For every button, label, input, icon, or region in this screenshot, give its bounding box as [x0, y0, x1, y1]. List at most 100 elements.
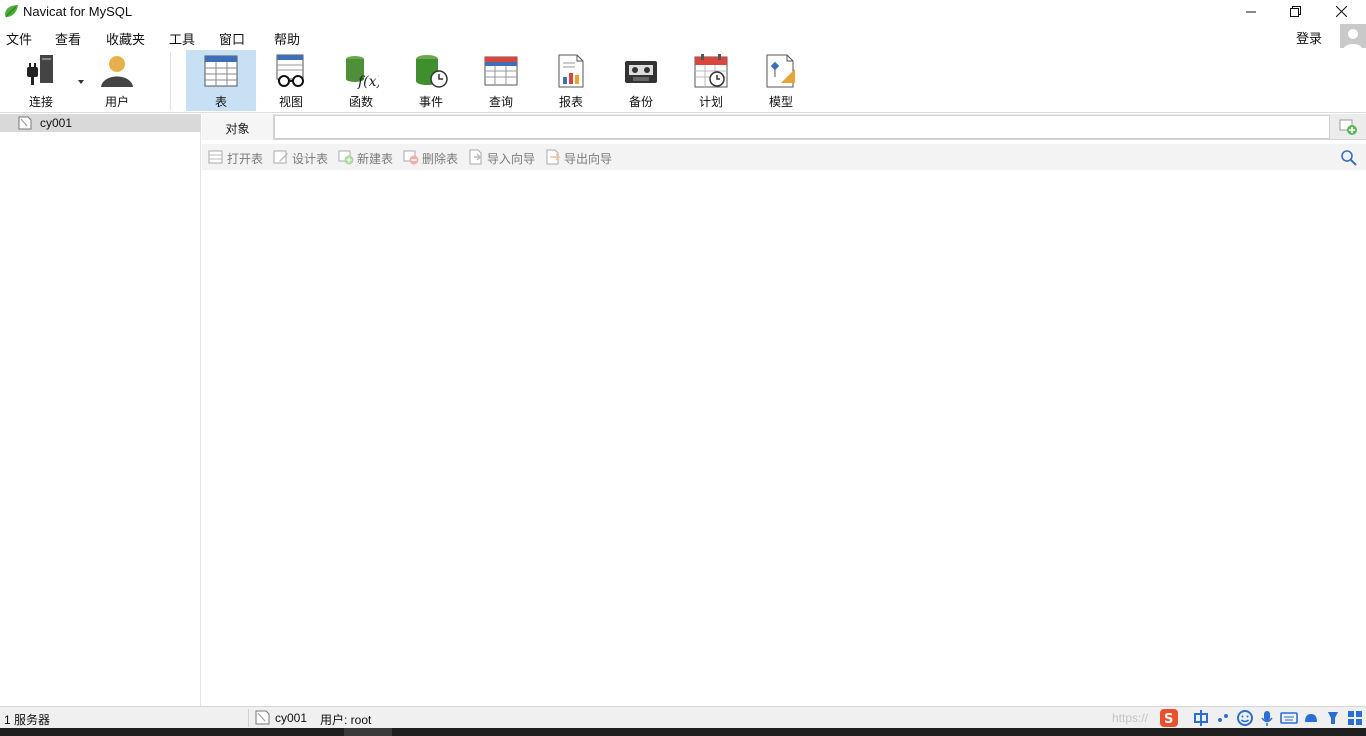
function-button[interactable]: f(x) 函数 [326, 50, 396, 111]
report-label: 报表 [558, 95, 583, 109]
ime-logo-icon[interactable]: S [1160, 708, 1178, 728]
restore-icon [1289, 6, 1301, 17]
new-tab-icon[interactable] [1338, 118, 1358, 136]
tab-area [274, 115, 1330, 139]
status-connection: cy001 [275, 711, 308, 725]
avatar[interactable] [1340, 24, 1366, 50]
schedule-button[interactable]: 计划 [676, 50, 746, 111]
skin-icon[interactable] [1302, 708, 1320, 728]
window-title: Navicat for MySQL [23, 4, 133, 19]
status-bar: 1 服务器 cy001 用户: root https:// S [0, 706, 1366, 728]
open-table-label: 打开表 [227, 152, 264, 166]
query-icon [484, 56, 518, 86]
connect-label: 连接 [28, 95, 53, 109]
report-icon [558, 54, 584, 88]
user-icon [101, 56, 133, 87]
event-button[interactable]: 事件 [396, 50, 466, 111]
export-wizard-button[interactable]: 导出向导 [545, 149, 617, 166]
status-divider [248, 709, 249, 727]
connection-tree: cy001 [0, 114, 201, 706]
backup-label: 备份 [628, 95, 653, 109]
connect-button[interactable]: 连接 [6, 50, 84, 111]
query-button[interactable]: 查询 [466, 50, 536, 111]
new-table-icon [338, 150, 354, 165]
close-icon [1335, 6, 1347, 17]
export-wizard-label: 导出向导 [564, 152, 613, 166]
tab-objects[interactable]: 对象 [202, 114, 274, 140]
import-wizard-button[interactable]: 导入向导 [468, 149, 540, 166]
tree-item-connection[interactable]: cy001 [0, 114, 201, 132]
import-wizard-label: 导入向导 [487, 152, 536, 166]
event-icon [416, 55, 448, 88]
minimize-icon [1246, 11, 1256, 12]
design-table-button[interactable]: 设计表 [273, 149, 333, 166]
delete-table-icon [403, 150, 419, 165]
status-user: 用户: root [320, 713, 372, 727]
report-button[interactable]: 报表 [536, 50, 606, 111]
menu-help[interactable]: 帮助 [274, 29, 300, 48]
user-button[interactable]: 用户 [82, 50, 152, 111]
view-button[interactable]: 视图 [256, 50, 326, 111]
backup-button[interactable]: 备份 [606, 50, 676, 111]
user-avatar-icon [1343, 29, 1363, 50]
new-table-button[interactable]: 新建表 [338, 149, 398, 166]
menu-bar: 文件 查看 收藏夹 工具 窗口 帮助 登录 [0, 24, 1366, 48]
model-icon [766, 54, 795, 88]
menu-view[interactable]: 查看 [55, 29, 81, 48]
keyboard-icon[interactable] [1280, 708, 1298, 728]
title-bar: Navicat for MySQL [0, 0, 1366, 23]
menu-file[interactable]: 文件 [6, 29, 32, 48]
function-label: 函数 [348, 95, 373, 109]
navicat-logo-icon [5, 5, 18, 18]
object-toolbar: 打开表 设计表 新建表 删除表 导入向导 导出向导 [202, 144, 1366, 170]
export-icon [546, 149, 560, 165]
design-table-icon [273, 150, 288, 164]
import-icon [469, 149, 482, 165]
user-label: 用户 [104, 95, 129, 109]
model-button[interactable]: 模型 [746, 50, 816, 111]
table-icon [204, 55, 238, 87]
search-icon[interactable] [1340, 149, 1358, 167]
main-toolbar: 连接 用户 表 视图 f(x) 函数 [0, 48, 1366, 113]
grid-menu-icon[interactable] [1346, 708, 1364, 728]
calendar-icon [694, 54, 728, 88]
taskbar [0, 728, 1366, 736]
restore-button[interactable] [1272, 0, 1318, 23]
connection-icon [255, 710, 270, 725]
emoji-icon[interactable] [1236, 708, 1254, 728]
tab-strip: 对象 [202, 114, 1366, 140]
connection-name: cy001 [40, 116, 73, 130]
open-table-button[interactable]: 打开表 [208, 149, 268, 166]
connection-icon [18, 116, 32, 130]
view-icon [276, 54, 304, 87]
server-count: 1 服务器 [4, 713, 51, 727]
chinese-mode-icon[interactable] [1192, 708, 1210, 728]
login-link[interactable]: 登录 [1296, 28, 1322, 47]
taskbar-active-app[interactable] [344, 728, 392, 736]
model-label: 模型 [768, 95, 793, 109]
event-label: 事件 [418, 95, 443, 109]
minimize-button[interactable] [1228, 0, 1274, 23]
open-table-icon [208, 150, 223, 164]
delete-table-button[interactable]: 删除表 [403, 149, 463, 166]
query-label: 查询 [488, 95, 513, 109]
object-pane: 对象 打开表 设计表 新建表 删除表 导入向导 导出向导 [202, 114, 1366, 706]
svg-text:f(x): f(x) [357, 74, 379, 89]
schedule-label: 计划 [698, 95, 723, 109]
toolbar-divider [170, 52, 171, 110]
punctuation-icon[interactable] [1214, 708, 1232, 728]
close-button[interactable] [1318, 0, 1364, 23]
menu-tools[interactable]: 工具 [169, 29, 195, 48]
table-button[interactable]: 表 [186, 50, 256, 111]
toolbox-icon[interactable] [1324, 708, 1342, 728]
menu-favorites[interactable]: 收藏夹 [106, 29, 145, 48]
backup-icon [625, 61, 657, 83]
menu-window[interactable]: 窗口 [219, 29, 245, 48]
microphone-icon[interactable] [1258, 708, 1276, 728]
table-label: 表 [214, 95, 227, 109]
new-table-label: 新建表 [357, 152, 394, 166]
watermark-text: https:// [1112, 711, 1149, 725]
plug-icon [27, 55, 53, 85]
svg-text:S: S [1164, 712, 1173, 727]
view-label: 视图 [278, 95, 303, 109]
